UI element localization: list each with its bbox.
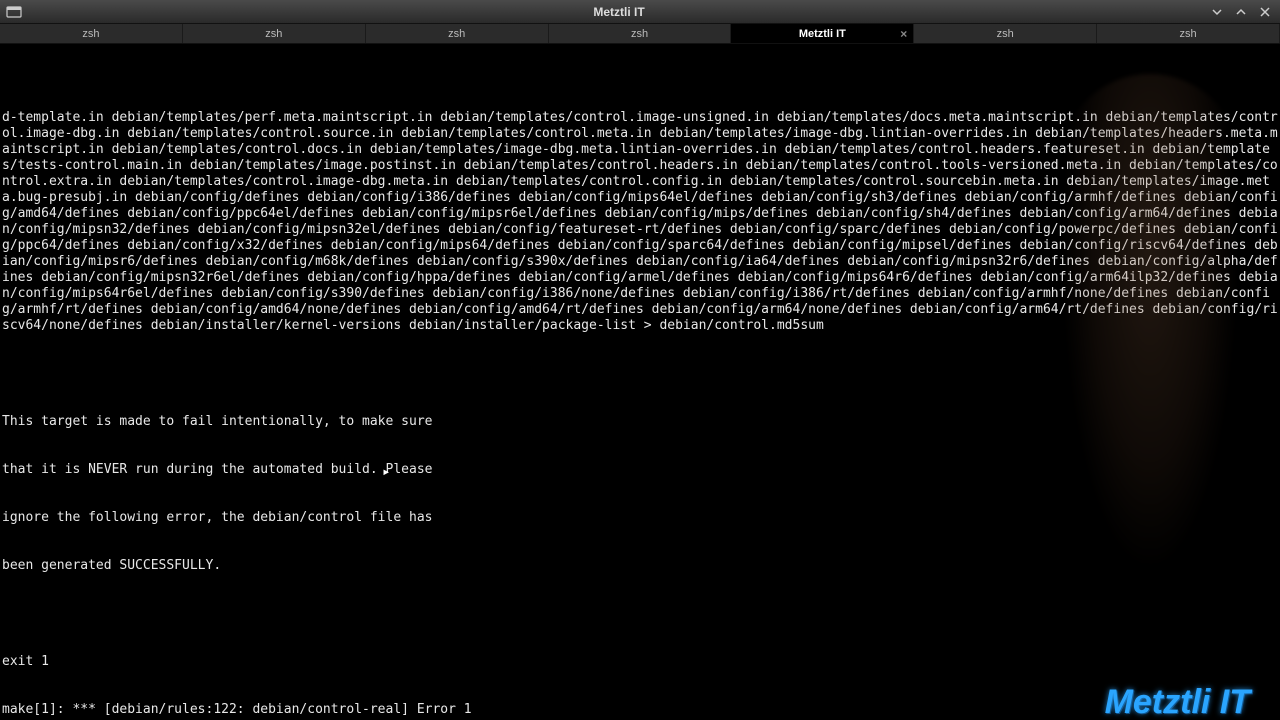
terminal-output: been generated SUCCESSFULLY. — [2, 558, 1278, 574]
tab-label: zsh — [265, 28, 282, 40]
tab-zsh[interactable]: zsh — [1097, 24, 1280, 43]
app-icon — [6, 4, 22, 20]
tab-zsh[interactable]: zsh — [0, 24, 183, 43]
tab-zsh[interactable]: zsh — [366, 24, 549, 43]
terminal-output — [2, 366, 1278, 382]
terminal-output: make[1]: *** [debian/rules:122: debian/c… — [2, 702, 1278, 718]
terminal-output — [2, 606, 1278, 622]
terminal-output: ignore the following error, the debian/c… — [2, 510, 1278, 526]
minimize-button[interactable] — [1208, 5, 1226, 19]
tab-label: zsh — [631, 28, 648, 40]
window-controls — [1208, 5, 1274, 19]
tab-zsh[interactable]: zsh — [549, 24, 732, 43]
tab-zsh[interactable]: zsh — [914, 24, 1097, 43]
tab-bar: zsh zsh zsh zsh Metztli IT × zsh zsh — [0, 24, 1280, 44]
window-title: Metztli IT — [30, 5, 1208, 19]
terminal[interactable]: d-template.in debian/templates/perf.meta… — [0, 44, 1280, 720]
terminal-output: This target is made to fail intentionall… — [2, 414, 1278, 430]
terminal-output: d-template.in debian/templates/perf.meta… — [2, 110, 1278, 334]
maximize-button[interactable] — [1232, 5, 1250, 19]
close-button[interactable] — [1256, 5, 1274, 19]
terminal-output: exit 1 — [2, 654, 1278, 670]
tab-label: zsh — [997, 28, 1014, 40]
terminal-output: that it is NEVER run during the automate… — [2, 462, 1278, 478]
tab-label: Metztli IT — [799, 28, 846, 40]
tab-label: zsh — [82, 28, 99, 40]
tab-label: zsh — [448, 28, 465, 40]
window-titlebar: Metztli IT — [0, 0, 1280, 24]
tab-metztli-it[interactable]: Metztli IT × — [731, 24, 914, 43]
tab-zsh[interactable]: zsh — [183, 24, 366, 43]
tab-close-icon[interactable]: × — [900, 27, 907, 41]
tab-label: zsh — [1180, 28, 1197, 40]
